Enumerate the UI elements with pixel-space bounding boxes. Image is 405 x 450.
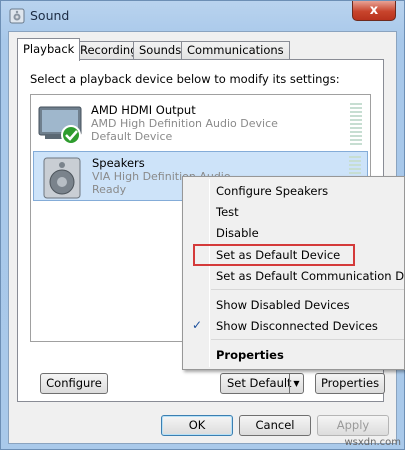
device-status: Default Device bbox=[91, 130, 173, 143]
tab-sounds[interactable]: Sounds bbox=[133, 41, 188, 60]
tab-playback[interactable]: Playback bbox=[17, 38, 81, 61]
menu-separator bbox=[211, 339, 404, 340]
menu-separator bbox=[211, 289, 404, 290]
set-default-split-button[interactable]: Set Default ▼ bbox=[220, 373, 304, 394]
device-name: AMD HDMI Output bbox=[91, 103, 196, 117]
device-status: Ready bbox=[92, 183, 127, 196]
volume-meter bbox=[350, 103, 362, 145]
speaker-icon bbox=[43, 157, 81, 199]
menu-item-show-disabled-devices[interactable]: Show Disabled Devices bbox=[216, 298, 350, 312]
device-name: Speakers bbox=[92, 156, 145, 170]
close-icon: x bbox=[369, 3, 379, 18]
set-default-label: Set Default bbox=[227, 376, 292, 390]
ok-button[interactable]: OK bbox=[161, 415, 233, 436]
window-title: Sound bbox=[30, 8, 70, 23]
device-row-hdmi[interactable]: AMD HDMI Output AMD High Definition Audi… bbox=[33, 99, 368, 149]
monitor-icon bbox=[38, 106, 82, 145]
instruction-text: Select a playback device below to modify… bbox=[30, 72, 340, 86]
speaker-title-icon bbox=[9, 8, 25, 24]
check-icon: ✓ bbox=[192, 318, 203, 332]
menu-gutter bbox=[209, 179, 210, 367]
highlight-annotation-box bbox=[193, 244, 355, 266]
menu-item-configure-speakers[interactable]: Configure Speakers bbox=[216, 184, 328, 198]
menu-item-show-disconnected-devices[interactable]: Show Disconnected Devices bbox=[216, 319, 378, 333]
properties-button[interactable]: Properties bbox=[315, 373, 385, 394]
menu-item-properties[interactable]: Properties bbox=[216, 348, 284, 362]
menu-item-disable[interactable]: Disable bbox=[216, 226, 259, 240]
menu-item-set-default-communication-device[interactable]: Set as Default Communication Device bbox=[216, 269, 404, 283]
title-bar[interactable]: Sound x bbox=[1, 1, 404, 31]
tab-communications[interactable]: Communications bbox=[181, 41, 290, 60]
apply-button[interactable]: Apply bbox=[317, 415, 389, 436]
configure-button[interactable]: Configure bbox=[40, 373, 108, 394]
menu-item-test[interactable]: Test bbox=[216, 205, 239, 219]
device-context-menu: Configure Speakers Test Disable Set as D… bbox=[182, 176, 405, 370]
check-badge-icon bbox=[61, 125, 81, 145]
device-description: AMD High Definition Audio Device bbox=[91, 117, 278, 130]
close-button[interactable]: x bbox=[352, 1, 396, 21]
dropdown-arrow-icon[interactable]: ▼ bbox=[289, 374, 303, 393]
cancel-button[interactable]: Cancel bbox=[239, 415, 311, 436]
watermark: wsxdn.com bbox=[344, 437, 401, 448]
